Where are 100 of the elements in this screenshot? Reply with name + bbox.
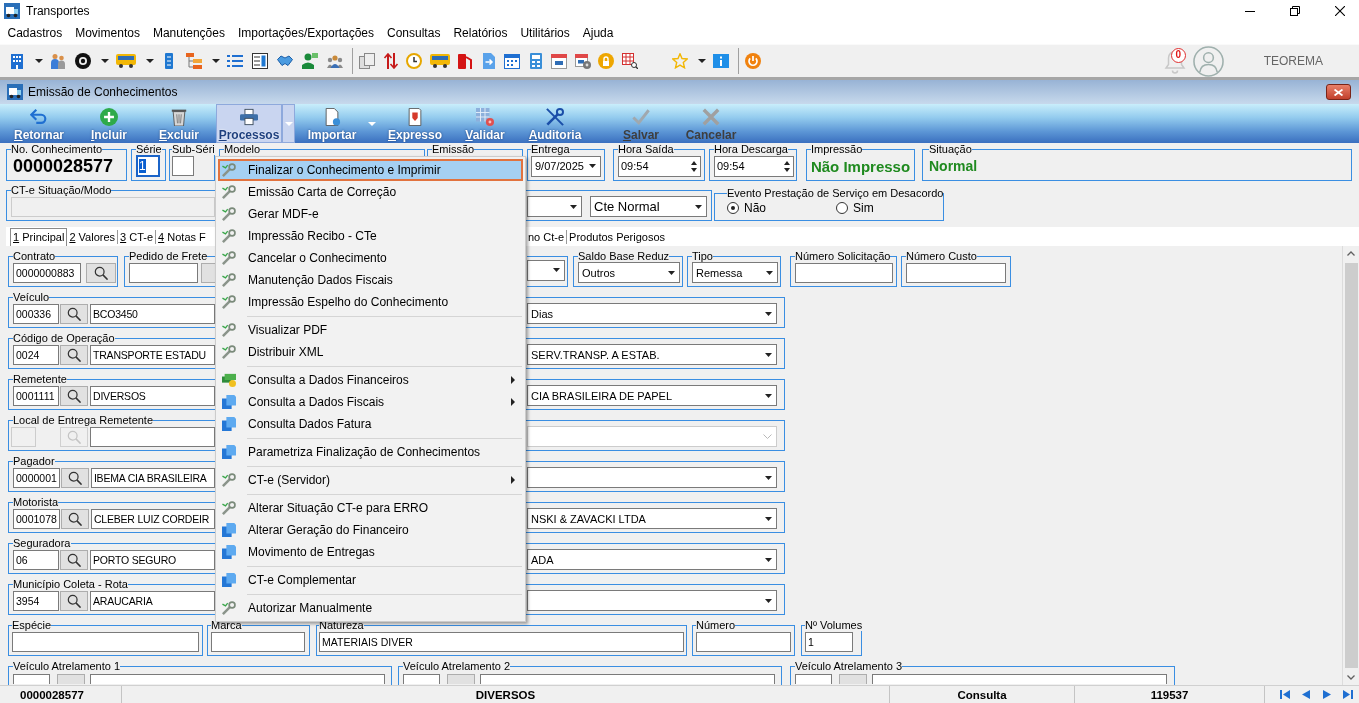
toolbar-button[interactable]: Importar <box>299 104 365 143</box>
date-dropdown[interactable]: 9/07/2025 <box>531 155 601 177</box>
people-icon[interactable] <box>50 53 66 69</box>
input-field[interactable] <box>696 631 791 652</box>
search-button[interactable] <box>60 467 89 488</box>
name-field[interactable] <box>90 426 215 447</box>
toolbar-button[interactable]: Retornar <box>6 104 72 143</box>
menu-item[interactable]: CT-e (Servidor) <box>218 469 523 491</box>
code-field[interactable]: 0001111 <box>13 385 59 406</box>
name-field[interactable] <box>872 674 1167 684</box>
input-field[interactable] <box>172 156 194 176</box>
calendar-gear-icon[interactable] <box>574 53 591 69</box>
name-field[interactable]: CLEBER LUIZ CORDEIR <box>90 508 215 529</box>
caret-icon[interactable] <box>212 59 220 63</box>
menu-item[interactable]: Alterar Geração do Financeiro <box>218 519 523 541</box>
time-field[interactable]: 09:54 <box>618 155 701 177</box>
code-field[interactable]: 0000001 <box>13 467 60 488</box>
name-field[interactable] <box>90 674 385 684</box>
code-field[interactable] <box>13 674 50 684</box>
table-search-icon[interactable] <box>621 53 638 69</box>
time-field[interactable]: 09:54 <box>714 155 794 177</box>
input-field[interactable] <box>12 631 199 652</box>
menu-item[interactable]: Visualizar PDF <box>218 319 523 341</box>
dropdown[interactable] <box>527 590 777 611</box>
search-button[interactable] <box>60 590 88 611</box>
code-field[interactable]: 0000000883 <box>13 262 81 283</box>
menu-item[interactable]: Consulta Dados Fatura <box>218 413 523 435</box>
dropdown[interactable]: ADA <box>527 549 777 570</box>
menu-item[interactable]: Consulta a Dados Fiscais <box>218 391 523 413</box>
list-icon[interactable] <box>227 53 243 69</box>
first-page-icon[interactable] <box>1280 690 1290 699</box>
mode-dropdown[interactable]: Cte Normal <box>590 196 707 217</box>
dropdown[interactable]: NSKI & ZAVACKI LTDA <box>527 508 777 529</box>
group-icon[interactable] <box>327 53 343 69</box>
name-field[interactable]: TRANSPORTE ESTADU <box>90 344 215 365</box>
code-field[interactable] <box>795 674 832 684</box>
tab[interactable]: 4 Notas F <box>155 230 208 244</box>
menu-item[interactable]: Manutenção Dados Fiscais <box>218 269 523 291</box>
next-icon[interactable] <box>1322 690 1332 699</box>
name-field[interactable]: PORTO SEGURO <box>90 549 215 570</box>
spin-arrows-icon[interactable] <box>691 160 697 172</box>
name-field[interactable]: DIVERSOS <box>90 385 215 406</box>
scrollbar-thumb[interactable] <box>1344 263 1358 668</box>
input-field[interactable] <box>211 631 305 652</box>
toolbar-button[interactable]: Expresso <box>382 104 448 143</box>
menu-item[interactable]: Movimentos <box>68 24 147 42</box>
worker-icon[interactable] <box>302 53 318 69</box>
org-chart-icon[interactable] <box>186 53 202 69</box>
bus-icon[interactable] <box>116 54 136 68</box>
radio-option[interactable]: Não <box>727 201 766 215</box>
search-button[interactable] <box>60 549 88 570</box>
name-field[interactable]: ARAUCARIA <box>90 590 215 611</box>
menu-item[interactable]: Autorizar Manualmente <box>218 597 523 619</box>
menu-item[interactable]: Relatórios <box>446 24 514 42</box>
tab[interactable]: 2 Valores <box>67 230 118 244</box>
tab[interactable]: 3 CT-e <box>117 230 156 244</box>
menu-item[interactable]: Movimento de Entregas <box>218 541 523 563</box>
dropdown[interactable] <box>527 467 777 488</box>
search-button[interactable] <box>60 385 88 406</box>
tab[interactable]: Produtos Perigosos <box>566 230 668 244</box>
dropdown[interactable] <box>527 259 565 281</box>
restore-icon[interactable] <box>1290 6 1300 16</box>
menu-item[interactable]: Ajuda <box>576 24 620 42</box>
code-field[interactable]: 0024 <box>13 344 59 365</box>
toolbar-button[interactable]: Validar <box>452 104 518 143</box>
code-field[interactable] <box>403 674 440 684</box>
input-field[interactable]: 1 <box>805 631 853 652</box>
code-field[interactable]: 000336 <box>13 303 59 324</box>
dropdown[interactable]: SERV.TRANSP. A ESTAB. <box>527 344 777 365</box>
previous-icon[interactable] <box>1301 690 1311 699</box>
dropdown[interactable]: Outros <box>578 262 680 283</box>
input-field[interactable] <box>129 262 198 283</box>
menu-item[interactable]: Impressão Recibo - CTe <box>218 225 523 247</box>
series-field[interactable]: 1 <box>136 155 160 177</box>
dropdown[interactable] <box>527 196 582 217</box>
menu-item[interactable]: Consultas <box>380 24 447 42</box>
document-arrow-icon[interactable] <box>480 53 497 69</box>
close-icon[interactable] <box>1335 6 1345 16</box>
menu-item[interactable]: Gerar MDF-e <box>218 203 523 225</box>
minimize-icon[interactable] <box>1245 10 1255 12</box>
menu-item[interactable]: Cadastros <box>1 24 69 42</box>
input-field[interactable]: MATERIAIS DIVER <box>319 631 684 652</box>
dropdown[interactable]: Dias <box>527 303 777 324</box>
dropdown[interactable]: CIA BRASILEIRA DE PAPEL <box>527 385 777 406</box>
search-button[interactable] <box>86 262 116 283</box>
menu-item[interactable]: Finalizar o Conhecimento e Imprimir <box>218 159 523 181</box>
menu-item[interactable]: Cancelar o Conhecimento <box>218 247 523 269</box>
radio-option[interactable]: Sim <box>836 201 874 215</box>
star-icon[interactable] <box>672 53 688 69</box>
name-field[interactable]: IBEMA CIA BRASILEIRA <box>90 467 215 488</box>
tire-icon[interactable] <box>75 53 91 69</box>
menu-item[interactable]: Impressão Espelho do Conhecimento <box>218 291 523 313</box>
calendar-icon[interactable] <box>551 53 567 69</box>
arrows-icon[interactable] <box>382 53 399 69</box>
name-field[interactable] <box>480 674 775 684</box>
caret-icon[interactable] <box>698 59 706 63</box>
last-page-icon[interactable] <box>1343 690 1353 699</box>
code-field[interactable]: 0001078 <box>13 508 60 529</box>
power-icon[interactable] <box>745 53 761 69</box>
dropdown[interactable]: Remessa <box>692 262 778 283</box>
